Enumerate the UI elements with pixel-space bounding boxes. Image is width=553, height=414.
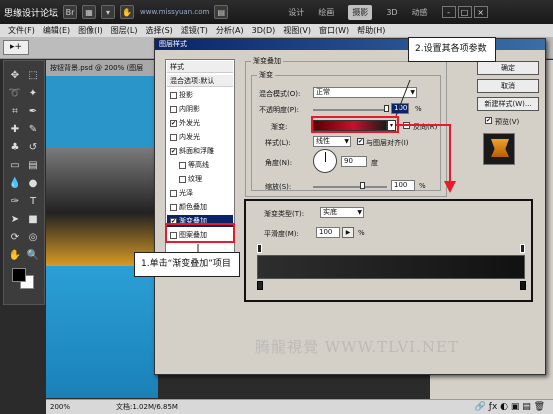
site-watermark-footer: 腾龍視覺 WWW.TLVI.NET — [255, 338, 459, 356]
callout-arrow-red — [396, 124, 456, 193]
highlight-gradient-picker — [311, 116, 399, 133]
highlight-gradient-overlay-item — [165, 223, 235, 243]
callout-leader-step2 — [395, 79, 411, 117]
